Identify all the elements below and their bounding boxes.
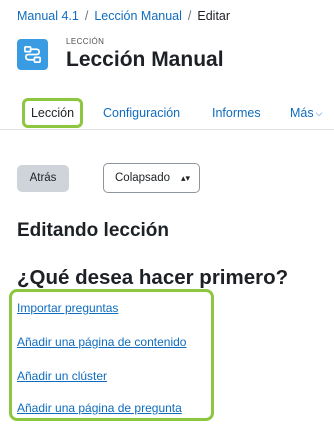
editing-heading: Editando lección — [17, 220, 170, 241]
select-updown-icon: ▴▾ — [180, 173, 190, 183]
breadcrumb-lesson-link[interactable]: Lección Manual — [94, 9, 182, 23]
add-question-page-link[interactable]: Añadir una página de pregunta — [17, 401, 182, 415]
display-mode-select[interactable]: Colapsado ▴▾ — [103, 163, 200, 193]
display-mode-value: Colapsado — [115, 172, 170, 184]
tab-mas[interactable]: Más ⌵ — [290, 98, 322, 128]
tab-informes[interactable]: Informes — [212, 98, 261, 128]
first-action-heading: ¿Qué desea hacer primero? — [17, 266, 289, 289]
tab-leccion[interactable]: Lección — [22, 98, 83, 128]
title-block: LECCIÓN Lección Manual — [66, 37, 224, 72]
breadcrumb-current: Editar — [197, 9, 231, 23]
back-button[interactable]: Atrás — [17, 165, 69, 192]
page-title: Lección Manual — [66, 48, 224, 71]
breadcrumb: Manual 4.1 / Lección Manual / Editar — [17, 9, 230, 23]
add-content-page-link[interactable]: Añadir una página de contenido — [17, 335, 186, 349]
breadcrumb-course-link[interactable]: Manual 4.1 — [17, 9, 79, 23]
import-questions-link[interactable]: Importar preguntas — [17, 301, 118, 315]
secondary-navigation: Lección Configuración Informes Más ⌵ — [0, 98, 334, 130]
lesson-icon — [17, 39, 48, 70]
tab-mas-label: Más — [290, 106, 314, 120]
activity-type-label: LECCIÓN — [66, 37, 105, 46]
tabs-divider — [0, 129, 334, 130]
page-header: LECCIÓN Lección Manual — [17, 37, 224, 72]
breadcrumb-separator: / — [187, 9, 192, 23]
breadcrumb-separator: / — [84, 9, 89, 23]
lesson-glyph — [24, 46, 41, 63]
chevron-down-icon: ⌵ — [315, 108, 323, 118]
add-cluster-link[interactable]: Añadir un clúster — [17, 369, 107, 383]
tab-configuracion[interactable]: Configuración — [103, 98, 180, 128]
